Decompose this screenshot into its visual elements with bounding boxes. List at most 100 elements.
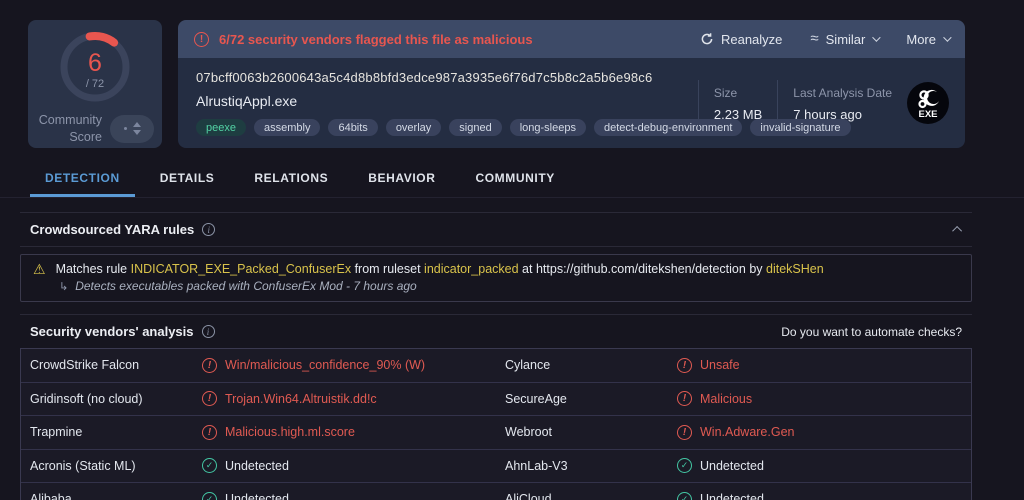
more-button[interactable]: More: [906, 32, 952, 47]
malicious-icon: [677, 357, 692, 373]
last-analysis-label: Last Analysis Date: [793, 86, 892, 100]
vendor-result: Win/malicious_confidence_90% (W): [225, 358, 426, 373]
vendor-cell: AhnLab-V3 Undetected: [496, 450, 971, 483]
vendor-result: Malicious: [700, 391, 753, 406]
chevron-down-icon: [872, 33, 882, 42]
yara-rule-description: Detects executables packed with Confuser…: [75, 279, 417, 293]
yara-match-card: ⚠ Matches rule INDICATOR_EXE_Packed_Conf…: [20, 254, 972, 302]
vote-up-icon[interactable]: [132, 122, 141, 128]
table-row: Acronis (Static ML) Undetected AhnLab-V3…: [21, 449, 971, 483]
vote-widget[interactable]: [110, 114, 154, 143]
malicious-icon: [202, 424, 217, 440]
vendor-name: Trapmine: [30, 425, 83, 440]
divider: [697, 80, 699, 126]
tag-assembly[interactable]: assembly: [253, 119, 321, 136]
yara-rule-link[interactable]: INDICATOR_EXE_Packed_ConfuserEx: [131, 262, 351, 276]
vendors-analysis-table: CrowdStrike Falcon Win/malicious_confide…: [20, 348, 972, 500]
banner-message: 6/72 security vendors flagged this file …: [219, 31, 533, 47]
tag-64bits[interactable]: 64bits: [328, 119, 378, 136]
svg-text:EXE: EXE: [918, 109, 937, 120]
info-icon[interactable]: i: [202, 223, 216, 236]
file-size-block: Size 2.23 MB: [714, 84, 762, 122]
file-type-exe-icon: EXE: [907, 82, 949, 124]
tag-peexe[interactable]: peexe: [196, 119, 246, 136]
yara-section-title: Crowdsourced YARA rules: [30, 222, 195, 237]
vendor-cell: CrowdStrike Falcon Win/malicious_confide…: [21, 349, 496, 382]
vendor-cell: Webroot Win.Adware.Gen: [496, 416, 971, 449]
tag-overlay[interactable]: overlay: [385, 119, 442, 136]
malicious-icon: [677, 391, 692, 407]
undetected-check-icon: [202, 458, 217, 474]
vendors-section-title: Security vendors' analysis: [30, 324, 194, 339]
vote-dot-icon: [123, 127, 127, 131]
info-icon[interactable]: i: [201, 325, 215, 338]
file-summary-card: 07bcff0063b2600643a5c4d8b8bfd3edce987a39…: [178, 58, 965, 148]
yara-source-url[interactable]: https://github.com/ditekshen/detection: [536, 262, 746, 276]
community-score-card: 6 / 72 Community Score: [28, 20, 162, 148]
malicious-icon: [202, 357, 217, 373]
sub-item-arrow-icon: ↳: [59, 280, 69, 293]
table-row: CrowdStrike Falcon Win/malicious_confide…: [21, 349, 971, 383]
malicious-icon: [677, 424, 692, 440]
tab-behavior[interactable]: BEHAVIOR: [353, 165, 450, 197]
vendor-result: Undetected: [225, 458, 289, 473]
table-row: Gridinsoft (no cloud) Trojan.Win64.Altru…: [21, 382, 971, 416]
vendor-result: Trojan.Win64.Altruistik.dd!c: [225, 391, 377, 406]
file-tags: peexe assembly 64bits overlay signed lon…: [196, 119, 851, 136]
vendor-cell: Alibaba Undetected: [21, 483, 496, 500]
last-analysis-value: 7 hours ago: [793, 107, 862, 122]
last-analysis-block: Last Analysis Date 7 hours ago: [793, 84, 892, 122]
yara-ruleset-link[interactable]: indicator_packed: [424, 262, 519, 276]
tab-detection[interactable]: DETECTION: [30, 165, 135, 197]
report-tabs: DETECTION DETAILS RELATIONS BEHAVIOR COM…: [0, 165, 1024, 198]
vendor-result: Win.Adware.Gen: [700, 425, 795, 440]
yara-section-header: Crowdsourced YARA rules i: [20, 212, 972, 247]
detection-total: / 72: [85, 78, 105, 90]
vote-down-icon[interactable]: [132, 130, 141, 136]
vendor-result: Undetected: [700, 492, 764, 500]
vendor-cell: Acronis (Static ML) Undetected: [21, 450, 496, 483]
similar-button[interactable]: ≈ Similar: [810, 30, 882, 47]
size-value: 2.23 MB: [713, 107, 763, 122]
vendor-name: Acronis (Static ML): [30, 458, 136, 473]
tab-details[interactable]: DETAILS: [145, 165, 230, 197]
tag-signed[interactable]: signed: [449, 119, 502, 136]
yara-match-text: Matches rule INDICATOR_EXE_Packed_Confus…: [55, 262, 824, 276]
vendor-cell: Trapmine Malicious.high.ml.score: [21, 416, 496, 449]
vendor-result: Undetected: [225, 492, 289, 500]
chevron-down-icon: [943, 33, 952, 42]
vendor-name: AliCloud: [505, 492, 552, 500]
similar-icon: ≈: [810, 30, 819, 47]
detection-banner: ! 6/72 security vendors flagged this fil…: [178, 20, 965, 58]
file-hash: 07bcff0063b2600643a5c4d8b8bfd3edce987a39…: [196, 70, 653, 85]
vendor-result: Unsafe: [700, 358, 740, 373]
tag-long-sleeps[interactable]: long-sleeps: [509, 119, 586, 136]
vendor-name: CrowdStrike Falcon: [30, 358, 140, 373]
detection-gauge: 6 / 72: [56, 28, 134, 111]
table-row: Trapmine Malicious.high.ml.score Webroot…: [21, 416, 971, 450]
automate-checks-link[interactable]: Do you want to automate checks?: [781, 325, 962, 339]
reanalyze-button[interactable]: Reanalyze: [700, 32, 782, 47]
tab-community[interactable]: COMMUNITY: [460, 165, 569, 197]
vendor-cell: Gridinsoft (no cloud) Trojan.Win64.Altru…: [21, 383, 496, 416]
yara-author-link[interactable]: ditekSHen: [766, 262, 824, 276]
vendor-cell: Cylance Unsafe: [496, 349, 971, 382]
vendor-name: Cylance: [505, 358, 551, 373]
divider: [777, 80, 779, 126]
size-label: Size: [713, 86, 738, 100]
undetected-check-icon: [677, 458, 692, 474]
collapse-chevron-up-icon[interactable]: [952, 225, 963, 236]
vendor-name: Webroot: [505, 425, 553, 440]
file-report-header: 6 / 72 Community Score ! 6/72 security v…: [0, 0, 1024, 148]
file-name: AlrustiqAppl.exe: [196, 93, 298, 109]
vendor-result: Undetected: [700, 458, 764, 473]
vendor-cell: SecureAge Malicious: [496, 383, 971, 416]
detection-count: 6: [88, 49, 102, 77]
alert-icon: !: [194, 31, 209, 47]
vendor-result: Malicious.high.ml.score: [225, 425, 355, 440]
table-row: Alibaba Undetected AliCloud Undetected: [21, 483, 971, 500]
warning-triangle-icon: ⚠: [33, 261, 46, 277]
undetected-check-icon: [677, 491, 692, 500]
tab-relations[interactable]: RELATIONS: [239, 165, 343, 197]
vendor-name: AhnLab-V3: [505, 458, 568, 473]
